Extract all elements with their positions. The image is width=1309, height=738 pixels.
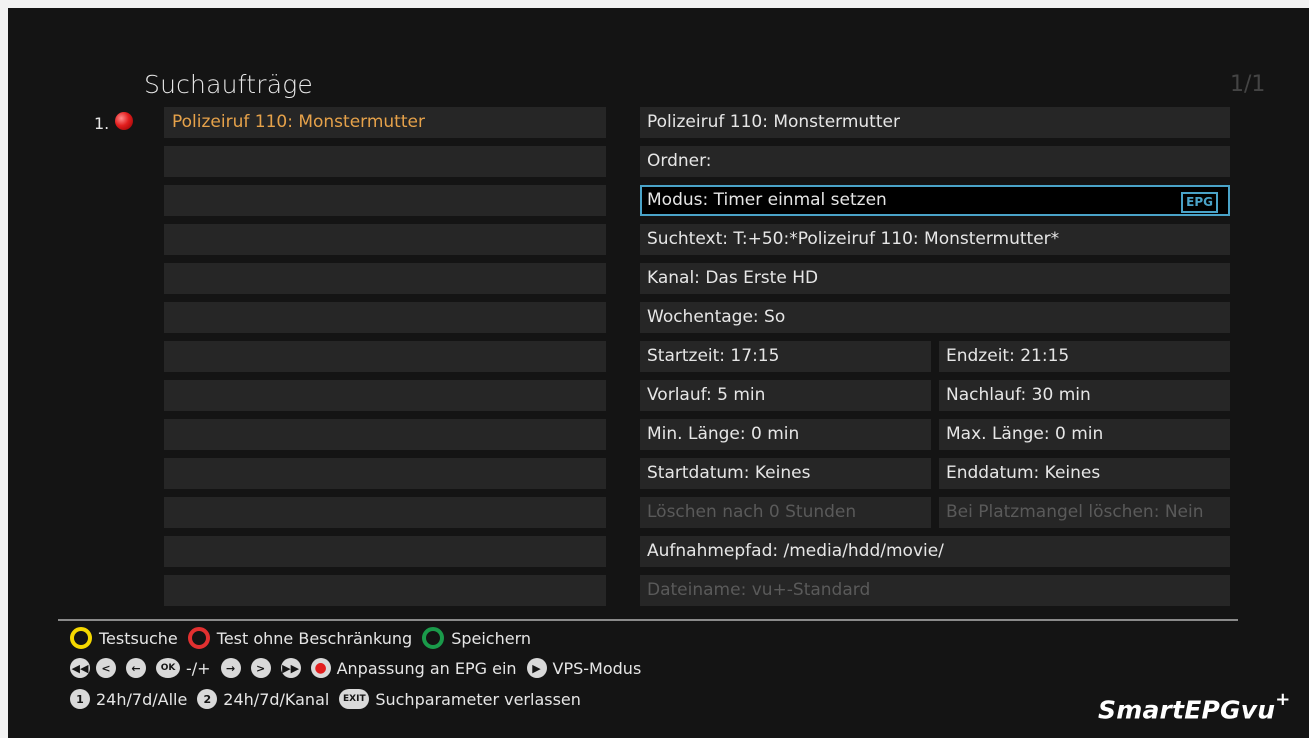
brand-suffix: + [1275,689,1291,710]
ok-key-label: -/+ [186,658,211,678]
mode-field[interactable]: Modus: Timer einmal setzen EPG [640,185,1230,216]
list-item-empty[interactable] [164,185,606,216]
red-button-icon [187,627,210,649]
key-1-icon[interactable]: 1 [70,689,90,709]
record-key-label: Anpassung an EPG ein [336,658,517,678]
list-item-empty[interactable] [164,575,606,606]
rewind-icon[interactable]: ◀◀ [70,658,90,678]
list-item-empty[interactable] [164,341,606,372]
channel-field[interactable]: Kanal: Das Erste HD [640,263,1230,294]
folder-field[interactable]: Ordner: [640,146,1230,177]
tv-screen: Suchaufträge 1/1 1. Polizeiruf 110: Mons… [8,8,1309,738]
prev-icon[interactable]: < [96,658,116,678]
exit-key-icon[interactable]: EXIT [339,689,370,709]
red-key-label: Test ohne Beschränkung [216,628,413,648]
green-key-hint[interactable]: Speichern [422,627,531,649]
yellow-key-label: Testsuche [99,628,178,648]
fast-forward-icon[interactable]: ▶▶ [280,658,301,678]
list-item-empty[interactable] [164,536,606,567]
min-length-field[interactable]: Min. Länge: 0 min [640,419,931,450]
name-field[interactable]: Polizeiruf 110: Monstermutter [640,107,1230,138]
play-icon[interactable]: ▶ [526,658,547,678]
key-1-label: 24h/7d/Alle [96,689,188,709]
green-key-label: Speichern [451,628,532,648]
delete-after-field[interactable]: Löschen nach 0 Stunden [640,497,931,528]
start-time-field[interactable]: Startzeit: 17:15 [640,341,931,372]
arrow-left-icon[interactable]: ← [126,658,146,678]
delete-on-low-space-field[interactable]: Bei Platzmangel löschen: Nein [939,497,1230,528]
yellow-button-icon [70,627,92,649]
end-time-field[interactable]: Endzeit: 21:15 [939,341,1230,372]
page-indicator: 1/1 [1230,72,1266,97]
list-item-empty[interactable] [164,380,606,411]
key-2-icon[interactable]: 2 [197,689,218,709]
green-button-icon [422,627,445,649]
start-date-field[interactable]: Startdatum: Keines [640,458,931,489]
page-title: Suchaufträge [144,70,314,99]
record-icon[interactable]: ● [310,658,331,678]
key-2-label: 24h/7d/Kanal [223,689,330,709]
list-item-empty[interactable] [164,224,606,255]
exit-key-label: Suchparameter verlassen [375,689,581,709]
search-text-field[interactable]: Suchtext: T:+50:*Polizeiruf 110: Monster… [640,224,1230,255]
brand-name: SmartEPGvu [1098,695,1276,725]
recording-path-field[interactable]: Aufnahmepfad: /media/hdd/movie/ [640,536,1230,567]
help-row-2: ◀◀ < ← OK -/+ → > ▶▶ ● Anpassung an EPG … [70,658,641,678]
record-dot-icon [115,112,133,130]
list-item-empty[interactable] [164,263,606,294]
detail-panel: Polizeiruf 110: Monstermutter Ordner: Mo… [640,107,1230,614]
yellow-key-hint[interactable]: Testsuche [70,627,178,649]
weekdays-field[interactable]: Wochentage: So [640,302,1230,333]
list-item-empty[interactable] [164,497,606,528]
filename-field[interactable]: Dateiname: vu+-Standard [640,575,1230,606]
list-item-empty[interactable] [164,302,606,333]
max-length-field[interactable]: Max. Länge: 0 min [939,419,1230,450]
list-item-index: 1. [94,114,110,133]
red-key-hint[interactable]: Test ohne Beschränkung [187,627,413,649]
help-row-1: Testsuche Test ohne Beschränkung Speiche… [70,627,541,649]
divider [58,619,1238,621]
list-item[interactable]: Polizeiruf 110: Monstermutter [164,107,606,138]
list-item-empty[interactable] [164,458,606,489]
search-list: Polizeiruf 110: Monstermutter [164,107,606,614]
mode-label: Modus: Timer einmal setzen [647,190,887,210]
help-row-3: 1 24h/7d/Alle 2 24h/7d/Kanal EXIT Suchpa… [70,689,581,709]
next-icon[interactable]: > [250,658,271,678]
epg-badge: EPG [1181,192,1218,213]
end-date-field[interactable]: Enddatum: Keines [939,458,1230,489]
list-item-empty[interactable] [164,419,606,450]
ok-key-icon[interactable]: OK [156,658,180,678]
list-item-empty[interactable] [164,146,606,177]
pre-padding-field[interactable]: Vorlauf: 5 min [640,380,931,411]
brand-logo: SmartEPGvu+ [1098,689,1291,725]
play-key-label: VPS-Modus [552,658,642,678]
post-padding-field[interactable]: Nachlauf: 30 min [939,380,1230,411]
arrow-right-icon[interactable]: → [220,658,241,678]
